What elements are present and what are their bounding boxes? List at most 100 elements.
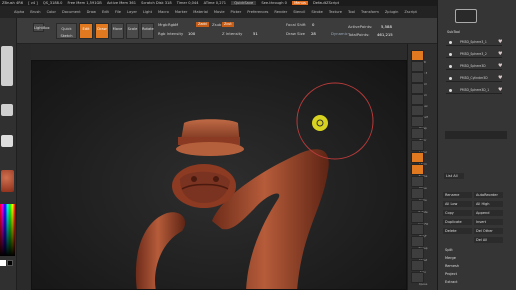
menu-render[interactable]: Render	[274, 10, 287, 14]
duplicate-button[interactable]: Duplicate	[443, 219, 472, 225]
append-button[interactable]: Append	[474, 210, 503, 216]
dynamic-button[interactable]: Dynamic	[331, 31, 348, 36]
menu-preferences[interactable]: Preferences	[247, 10, 268, 14]
menu-zplugin[interactable]: Zplugin	[385, 10, 399, 14]
main-color-swatch[interactable]	[0, 260, 6, 266]
menu-stencil[interactable]: Stencil	[293, 10, 305, 14]
lightbox-button[interactable]: LightBox	[33, 23, 50, 32]
material-thumbnail[interactable]	[1, 170, 14, 192]
quicksave-button[interactable]: QuickSave	[231, 1, 257, 5]
z-intensity-label: Z Intensity	[222, 31, 243, 36]
subtool-item[interactable]: PM3D_Sphere3_1	[446, 39, 502, 46]
menu-alpha[interactable]: Alpha	[14, 10, 24, 14]
project-section[interactable]: Project	[443, 272, 472, 277]
polypaint-icon[interactable]: ♥	[498, 64, 502, 69]
subtool-item[interactable]: PM3D_Sphere3_2	[446, 51, 502, 58]
subtool-item[interactable]: PM3D_Sphere3D_1	[446, 87, 502, 94]
m-button[interactable]: M	[175, 22, 178, 27]
total-points-value: 461,215	[377, 32, 393, 37]
del-all-button[interactable]: Del All	[474, 237, 503, 243]
polypaint-icon[interactable]: ♥	[498, 52, 502, 57]
subtool-name: PM3D_Sphere3D	[460, 64, 486, 68]
menu-document[interactable]: Document	[62, 10, 81, 14]
visibility-icon[interactable]	[449, 65, 452, 68]
menu-tool[interactable]: Tool	[348, 10, 355, 14]
menu-material[interactable]: Material	[193, 10, 208, 14]
rename-button[interactable]: Rename	[443, 192, 472, 198]
menu-zscript[interactable]: Zscript	[404, 10, 416, 14]
menus-toggle[interactable]: Menus	[292, 1, 308, 5]
menu-macro[interactable]: Macro	[158, 10, 169, 14]
quick-sketch-button[interactable]: Quick Sketch	[56, 23, 77, 39]
menu-file[interactable]: File	[115, 10, 121, 14]
del-other-button[interactable]: Del Other	[474, 228, 503, 234]
brush-cursor	[312, 115, 328, 131]
zadd-button[interactable]: Zadd	[196, 22, 209, 27]
scale-button[interactable]: Scale	[126, 23, 139, 39]
copy-button[interactable]: Copy	[443, 210, 472, 216]
extract-section[interactable]: Extract	[443, 280, 472, 285]
visibility-icon[interactable]	[449, 41, 452, 44]
rgb-intensity-label: Rgb Intensity	[158, 31, 184, 36]
alpha-thumbnail[interactable]	[1, 135, 13, 147]
right-tray: BPRSPix 3ScrollZoomActualAAHalfPerspFloo…	[407, 44, 437, 290]
menu-brush[interactable]: Brush	[30, 10, 40, 14]
menu-movie[interactable]: Movie	[214, 10, 225, 14]
viewport-canvas[interactable]	[31, 60, 407, 290]
subtool-item[interactable]: PM3D_Cylinder3D	[446, 75, 502, 82]
list-all-button[interactable]: List All	[444, 173, 464, 179]
edit-button[interactable]: Edit	[79, 23, 93, 39]
visibility-icon[interactable]	[449, 89, 452, 92]
tray-label: Xpose	[418, 282, 428, 286]
polypaint-icon[interactable]: ♥	[498, 88, 502, 93]
top-shelf: LightBox Quick Sketch Edit Draw Move Sca…	[0, 18, 437, 44]
mrgb-button[interactable]: Mrgb	[158, 22, 168, 27]
brush-radius-ring	[296, 82, 374, 160]
menu-edit[interactable]: Edit	[102, 10, 109, 14]
stroke-thumbnail[interactable]	[1, 104, 13, 116]
zcut-button[interactable]: Zcut	[222, 22, 234, 27]
neck-body	[212, 149, 329, 289]
draw-size-value: 28	[311, 31, 316, 36]
all-low-button[interactable]: All Low	[443, 201, 472, 207]
visibility-icon[interactable]	[449, 77, 452, 80]
active-mem: Active Mem 361	[106, 1, 137, 5]
delete-button[interactable]: Delete	[443, 228, 472, 234]
menu-transform[interactable]: Transform	[361, 10, 379, 14]
subtool-name: PM3D_Sphere3_2	[460, 52, 487, 56]
menu-texture[interactable]: Texture	[329, 10, 342, 14]
draw-button[interactable]: Draw	[95, 23, 109, 39]
menu-marker[interactable]: Marker	[175, 10, 187, 14]
zsub-button[interactable]: Zsub	[212, 22, 221, 27]
visibility-icon[interactable]	[449, 53, 452, 56]
menu-color[interactable]: Color	[47, 10, 56, 14]
default-script[interactable]: DefaultZScript	[313, 1, 339, 5]
z-intensity-value: 51	[253, 31, 258, 36]
left-tray	[17, 44, 31, 290]
tool-thumbnail[interactable]	[455, 9, 477, 23]
menu-stroke[interactable]: Stroke	[311, 10, 322, 14]
polypaint-icon[interactable]: ♥	[498, 76, 502, 81]
polypaint-icon[interactable]: ♥	[498, 40, 502, 45]
move-button[interactable]: Move	[111, 23, 124, 39]
split-section[interactable]: Split	[443, 248, 472, 253]
menu-light[interactable]: Light	[143, 10, 152, 14]
subtool-item[interactable]: PM3D_Sphere3D	[446, 63, 502, 70]
merge-section[interactable]: Merge	[443, 256, 472, 261]
color-picker[interactable]	[0, 204, 15, 256]
all-high-button[interactable]: All High	[474, 201, 503, 207]
autoreorder-button[interactable]: AutoReorder	[474, 192, 503, 198]
secondary-color-swatch[interactable]	[7, 260, 13, 266]
sculpt-model	[135, 82, 374, 289]
insert-button[interactable]: Insert	[474, 219, 503, 225]
see-through-slider[interactable]: See-through 0	[261, 1, 287, 5]
menu-draw[interactable]: Draw	[87, 10, 96, 14]
menu-layer[interactable]: Layer	[127, 10, 137, 14]
menu-picker[interactable]: Picker	[231, 10, 242, 14]
rgb-intensity-value: 100	[188, 31, 196, 36]
rotate-button[interactable]: Rotate	[141, 23, 154, 39]
subtool-name: PM3D_Cylinder3D	[460, 76, 488, 80]
remesh-section[interactable]: Remesh	[443, 264, 472, 269]
subtool-scroll[interactable]	[445, 131, 507, 139]
brush-thumbnail[interactable]	[1, 46, 13, 86]
